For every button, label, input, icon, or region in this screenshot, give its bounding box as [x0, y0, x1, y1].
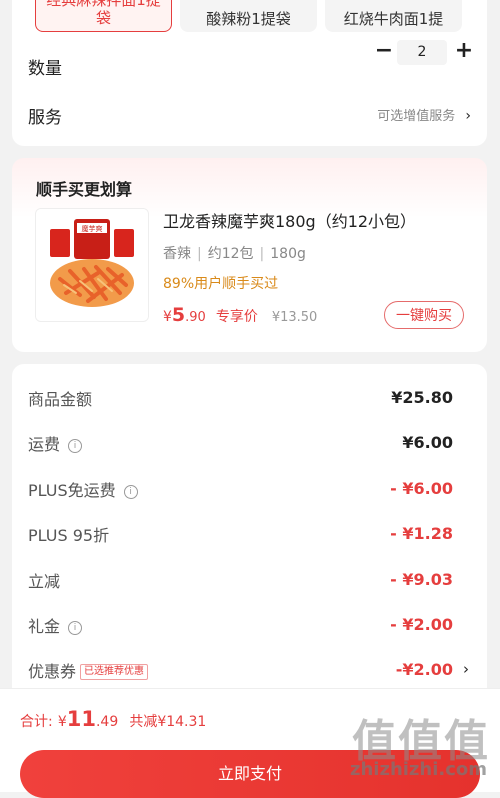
- total-label: 合计:: [20, 714, 53, 730]
- product-spec: 香辣 | 约12包 | 180g: [163, 243, 306, 263]
- spec-option-label: 酸辣粉1提袋: [206, 10, 291, 28]
- total-currency: ¥: [57, 714, 67, 730]
- price-tag: 专享价: [215, 309, 258, 325]
- quantity-plus-button[interactable]: +: [452, 40, 476, 64]
- coupon-value: -¥2.00: [395, 660, 453, 679]
- product-name[interactable]: 卫龙香辣魔芋爽180g（约12小包）: [163, 208, 416, 232]
- konjac-product-illustration: 魔芋爽: [36, 209, 148, 321]
- summary-label: 运费: [28, 435, 61, 454]
- summary-value: ¥6.00: [402, 433, 453, 452]
- spec-divider: |: [197, 246, 202, 262]
- upsell-title: 顺手买更划算: [36, 180, 133, 199]
- info-icon[interactable]: i: [68, 621, 83, 635]
- service-label: 服务: [28, 108, 62, 128]
- spec-option-1[interactable]: 经典麻辣拌面1提袋: [35, 0, 172, 32]
- upsell-card: 顺手买更划算 魔芋爽 卫龙香辣魔芋爽180g（约12小包） 香辣 | 约12包 …: [12, 158, 487, 352]
- one-click-buy-button[interactable]: 一键购买: [384, 301, 464, 329]
- summary-label-wrap: 优惠券 已选推荐优惠: [28, 658, 149, 682]
- summary-value: - ¥6.00: [390, 479, 453, 498]
- summary-row-gift-money: 礼金 i - ¥2.00: [12, 613, 487, 643]
- summary-label: 优惠券: [28, 662, 77, 681]
- price-decimal: .90: [185, 310, 206, 325]
- spec-option-label: 经典麻辣拌面1提袋: [46, 0, 161, 27]
- quantity-input[interactable]: 2: [397, 40, 447, 65]
- summary-row-subtotal: 商品金额 ¥25.80: [12, 386, 487, 416]
- service-selector[interactable]: 可选增值服务 ›: [377, 105, 471, 124]
- recommended-coupon-badge: 已选推荐优惠: [80, 664, 149, 680]
- summary-label: PLUS免运费: [28, 481, 116, 500]
- quantity-label: 数量: [28, 59, 62, 79]
- summary-row-plus-free-shipping: PLUS免运费 i - ¥6.00: [12, 477, 487, 507]
- total-decimal: .49: [95, 714, 119, 730]
- order-summary-card: 商品金额 ¥25.80 运费 i ¥6.00 PLUS免运费 i - ¥6.00 P…: [12, 364, 487, 704]
- summary-label: 商品金额: [28, 390, 93, 409]
- spec-options: 经典麻辣拌面1提袋 酸辣粉1提袋 红烧牛肉面1提: [12, 0, 487, 34]
- spec-count: 约12包: [207, 246, 254, 262]
- social-proof: 89%用户顺手买过: [163, 276, 279, 292]
- service-hint-text: 可选增值服务: [377, 109, 456, 124]
- total-saved: 共减¥14.31: [129, 714, 207, 730]
- summary-row-coupon[interactable]: 优惠券 已选推荐优惠 -¥2.00 ›: [12, 658, 487, 688]
- summary-label-wrap: 运费 i: [28, 431, 83, 455]
- summary-value: - ¥1.28: [390, 524, 453, 543]
- summary-value: ¥25.80: [391, 388, 453, 407]
- spec-card: 经典麻辣拌面1提袋 酸辣粉1提袋 红烧牛肉面1提 数量 − 2 + 服务 可选增…: [12, 0, 487, 146]
- summary-row-plus-discount: PLUS 95折 - ¥1.28: [12, 522, 487, 552]
- checkout-bar: 合计: ¥11.49 共减¥14.31 立即支付: [0, 688, 500, 798]
- summary-row-shipping: 运费 i ¥6.00: [12, 431, 487, 461]
- spec-option-2[interactable]: 酸辣粉1提袋: [180, 0, 317, 32]
- chevron-right-icon: ›: [465, 108, 471, 124]
- summary-label-wrap: 礼金 i: [28, 613, 83, 637]
- chevron-right-icon[interactable]: ›: [463, 660, 469, 678]
- spec-option-3[interactable]: 红烧牛肉面1提: [325, 0, 462, 32]
- summary-value: - ¥9.03: [390, 570, 453, 589]
- spec-divider: |: [259, 246, 265, 262]
- product-image[interactable]: 魔芋爽: [35, 208, 149, 322]
- summary-row-instant-reduction: 立减 - ¥9.03: [12, 568, 487, 598]
- price-currency: ¥: [163, 309, 172, 325]
- spec-weight: 180g: [270, 246, 306, 262]
- summary-label-wrap: PLUS免运费 i: [28, 477, 138, 501]
- original-price: ¥13.50: [271, 310, 318, 325]
- summary-label: 立减: [28, 572, 61, 591]
- product-price: ¥5.90 专享价 ¥13.50: [163, 304, 317, 326]
- price-integer: 5: [171, 304, 186, 326]
- order-total: 合计: ¥11.49 共减¥14.31: [20, 707, 206, 731]
- info-icon[interactable]: i: [68, 439, 83, 453]
- spec-option-label: 红烧牛肉面1提: [343, 10, 444, 28]
- info-icon[interactable]: i: [123, 485, 138, 499]
- total-integer: 11: [66, 707, 96, 731]
- summary-value: - ¥2.00: [390, 615, 453, 634]
- quantity-minus-button[interactable]: −: [372, 40, 396, 64]
- package-label: 魔芋爽: [82, 224, 103, 233]
- summary-label: PLUS 95折: [28, 526, 110, 545]
- summary-label: 礼金: [28, 617, 61, 636]
- spec-flavor: 香辣: [163, 246, 191, 262]
